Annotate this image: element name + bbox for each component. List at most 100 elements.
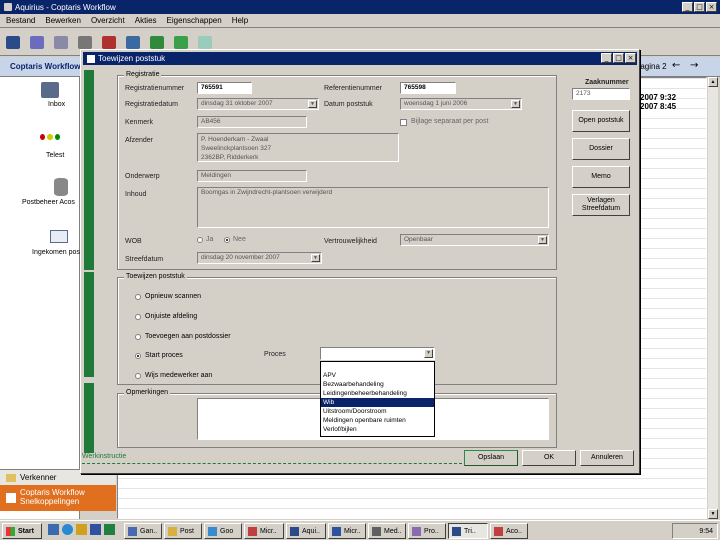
maximize-button[interactable]: □ <box>694 2 705 12</box>
right-row: 2007 8:45 <box>640 102 677 111</box>
ie-icon[interactable] <box>62 524 73 535</box>
back-arrow-icon[interactable]: ← <box>672 60 680 71</box>
vertrouwelijkheid-select[interactable]: Openbaar ▼ <box>400 234 549 246</box>
menu-overzicht[interactable]: Overzicht <box>91 16 125 25</box>
print-icon[interactable] <box>78 35 92 49</box>
menu-akties[interactable]: Akties <box>135 16 157 25</box>
afzender-field[interactable]: P. Hoenderkam - Zwaal Sweelinckplantsoen… <box>197 133 399 162</box>
taskbar-item[interactable]: Aqui.. <box>286 523 326 539</box>
annuleren-button[interactable]: Annuleren <box>580 450 634 466</box>
leaf-icon[interactable] <box>150 35 164 49</box>
taskbar-item[interactable]: Gan.. <box>124 523 162 539</box>
sidebar-item-telest[interactable]: Telest <box>20 134 80 159</box>
scroll-down-icon[interactable]: ▼ <box>708 509 718 519</box>
werkinstructie-label[interactable]: Werkinstructie <box>82 453 126 460</box>
book-icon[interactable] <box>102 35 116 49</box>
datum-poststuk-picker[interactable]: woensdag 1 juni 2006 ▼ <box>400 98 522 110</box>
sidebar-item-postbeheer[interactable]: Postbeheer Acos <box>0 178 80 206</box>
dropdown-option[interactable]: Uitstroom/Doorstroom <box>321 407 434 416</box>
chevron-down-icon[interactable]: ▼ <box>308 100 317 108</box>
menu-bewerken[interactable]: Bewerken <box>45 16 81 25</box>
forward-icon[interactable] <box>30 35 44 49</box>
outlook-icon[interactable] <box>76 524 87 535</box>
tag-icon[interactable] <box>126 35 140 49</box>
open-icon[interactable] <box>6 35 20 49</box>
menu-bestand[interactable]: Bestand <box>6 16 35 25</box>
dialog-close-button[interactable]: × <box>625 53 636 63</box>
dropdown-option[interactable]: APV <box>321 371 434 380</box>
registratiedatum-picker[interactable]: dinsdag 31 oktober 2007 ▼ <box>197 98 319 110</box>
registratiedatum-label: Registratiedatum <box>125 101 178 108</box>
open-poststuk-button[interactable]: Open poststuk <box>572 110 630 132</box>
start-button[interactable]: Start <box>2 523 42 539</box>
sidebar-bottom-snelkoppelingen[interactable]: Coptaris Workflow Snelkoppelingen <box>0 485 116 511</box>
main-scrollbar[interactable]: ▲ ▼ <box>708 77 718 519</box>
section-marker <box>84 383 94 453</box>
inbox-icon <box>41 82 59 98</box>
forward-arrow-icon[interactable]: → <box>690 60 698 71</box>
chevron-down-icon[interactable]: ▼ <box>424 349 433 358</box>
dialog-maximize-button[interactable]: □ <box>613 53 624 63</box>
dropdown-option[interactable]: Verlof/bijlen <box>321 425 434 434</box>
flag-icon[interactable] <box>174 35 188 49</box>
datum-poststuk-value: woensdag 1 juni 2006 <box>404 100 468 107</box>
taskbar-item[interactable]: Pro.. <box>408 523 446 539</box>
database-icon <box>54 178 68 196</box>
taskbar-item-label: Med.. <box>384 527 402 535</box>
taskbar-item-label: Aqui.. <box>302 527 320 535</box>
taskbar-item[interactable]: Med.. <box>368 523 406 539</box>
sidebar-item-label: Ingekomen post <box>32 249 80 256</box>
word-icon[interactable] <box>90 524 101 535</box>
shortcut-icon <box>6 493 16 503</box>
option-label: Onjuiste afdeling <box>145 313 198 320</box>
taskbar-item[interactable]: Post <box>164 523 202 539</box>
chevron-down-icon[interactable]: ▼ <box>311 254 320 262</box>
taskbar-item[interactable]: Micr.. <box>328 523 366 539</box>
edit-icon[interactable] <box>54 35 68 49</box>
registratienummer-field[interactable]: 765591 <box>197 82 252 94</box>
proces-select[interactable]: ▼ <box>320 347 435 360</box>
dropdown-option[interactable]: Meldingen openbare ruimten <box>321 416 434 425</box>
onderwerp-field[interactable]: Meldingen <box>197 170 307 182</box>
bijlage-checkbox[interactable] <box>400 119 407 126</box>
chevron-down-icon[interactable]: ▼ <box>511 100 520 108</box>
ok-button[interactable]: OK <box>522 450 576 466</box>
dropdown-option[interactable]: Bezwaarbehandeling <box>321 380 434 389</box>
sidebar-item-inbox[interactable]: Inbox <box>20 82 80 108</box>
app-header-title: Coptaris Workflow <box>10 62 81 71</box>
dropdown-option[interactable]: Leidingenbeheerbehandeling <box>321 389 434 398</box>
opmerkingen-title: Opmerkingen <box>124 389 171 396</box>
minimize-button[interactable]: _ <box>682 2 693 12</box>
taskbar-item-active[interactable]: Tri.. <box>448 523 488 539</box>
radio-icon <box>135 314 141 320</box>
memo-button[interactable]: Memo <box>572 166 630 188</box>
dialog-minimize-button[interactable]: _ <box>601 53 612 63</box>
referentienummer-field[interactable]: 765598 <box>400 82 456 94</box>
scroll-up-icon[interactable]: ▲ <box>708 77 718 87</box>
taskbar-item[interactable]: Micr.. <box>244 523 284 539</box>
excel-icon[interactable] <box>104 524 115 535</box>
opslaan-button[interactable]: Opslaan <box>464 450 518 466</box>
zaaknummer-field[interactable]: 2173 <box>572 88 630 100</box>
menu-help[interactable]: Help <box>232 16 248 25</box>
close-button[interactable]: × <box>706 2 717 12</box>
refresh-icon[interactable] <box>198 35 212 49</box>
taskbar-item[interactable]: Aco.. <box>490 523 528 539</box>
desktop-icon[interactable] <box>48 524 59 535</box>
verlengen-streefdatum-button[interactable]: Verlagen Streefdatum <box>572 194 630 216</box>
referentienummer-label: Referentienummer <box>324 85 382 92</box>
app-logo-icon <box>4 3 12 11</box>
sidebar-item-ingekomen[interactable]: Ingekomen post <box>0 230 80 256</box>
dropdown-option-highlighted[interactable]: Wib <box>321 398 434 407</box>
taskbar-item[interactable]: Goo <box>204 523 242 539</box>
dossier-button[interactable]: Dossier <box>572 138 630 160</box>
streefdatum-picker[interactable]: dinsdag 20 november 2007 ▼ <box>197 252 322 264</box>
quicklaunch <box>48 524 115 535</box>
wob-ja-radio[interactable]: Ja <box>197 236 227 245</box>
inhoud-field[interactable]: Boomgas in Zwijndrecht-plantsoen verwijd… <box>197 187 549 228</box>
registratiedatum-value: dinsdag 31 oktober 2007 <box>201 100 273 107</box>
wob-nee-radio[interactable]: Nee <box>224 236 254 245</box>
kenmerk-field[interactable]: AB456 <box>197 116 307 128</box>
chevron-down-icon[interactable]: ▼ <box>538 236 547 244</box>
menu-eigenschappen[interactable]: Eigenschappen <box>167 16 222 25</box>
